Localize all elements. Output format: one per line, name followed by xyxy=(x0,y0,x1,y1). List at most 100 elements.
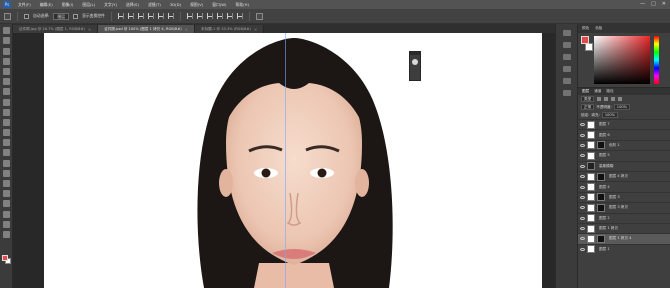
more-tools-icon[interactable] xyxy=(2,230,10,238)
dodge-tool-icon[interactable] xyxy=(2,159,10,167)
document-canvas[interactable] xyxy=(44,33,542,288)
visibility-eye-icon[interactable] xyxy=(580,154,585,158)
menu-filter[interactable]: 滤镜(T) xyxy=(148,2,161,8)
visibility-eye-icon[interactable] xyxy=(580,123,585,127)
layer-row[interactable]: 图层 1 拷贝 4 xyxy=(578,233,670,244)
distribute-bottom-icon[interactable] xyxy=(206,13,213,19)
maximize-button[interactable]: □ xyxy=(651,1,656,7)
histogram-icon[interactable] xyxy=(412,59,418,65)
layer-mask-thumbnail[interactable] xyxy=(597,172,605,181)
canvas-area[interactable] xyxy=(13,33,555,288)
visibility-eye-icon[interactable] xyxy=(580,237,585,241)
layer-row[interactable]: 图层 1 拷贝 xyxy=(578,222,670,234)
filter-adjustment-icon[interactable] xyxy=(604,97,609,101)
shape-tool-icon[interactable] xyxy=(2,200,10,208)
hue-slider[interactable] xyxy=(654,36,659,84)
layer-row[interactable]: 高斯模糊 xyxy=(578,160,670,171)
character-icon[interactable] xyxy=(562,78,571,84)
foreground-color-chip[interactable] xyxy=(581,36,589,44)
layer-row[interactable]: 图层 3 xyxy=(578,191,670,203)
visibility-eye-icon[interactable] xyxy=(580,133,585,137)
visibility-eye-icon[interactable] xyxy=(580,227,585,231)
clone-stamp-tool-icon[interactable] xyxy=(2,108,10,116)
visibility-eye-icon[interactable] xyxy=(580,206,585,210)
layer-mask-thumbnail[interactable] xyxy=(597,141,605,150)
layer-row[interactable]: 色阶 1 xyxy=(578,139,670,151)
paragraph-icon[interactable] xyxy=(562,66,571,72)
layer-mask-thumbnail[interactable] xyxy=(597,193,605,202)
filter-pixel-icon[interactable] xyxy=(597,97,602,101)
distribute-center-icon[interactable] xyxy=(226,13,233,19)
properties-icon[interactable] xyxy=(562,42,571,48)
blend-mode-dropdown[interactable]: 正常 xyxy=(581,104,595,110)
layer-name[interactable]: 图层 4 xyxy=(599,185,610,190)
show-transform-checkbox[interactable] xyxy=(73,13,79,19)
lasso-tool-icon[interactable] xyxy=(2,47,10,55)
menu-file[interactable]: 文件(F) xyxy=(18,2,31,8)
move-tool-icon[interactable] xyxy=(2,27,10,35)
layer-name[interactable]: 图层 7 xyxy=(599,122,610,127)
3d-mode-icon[interactable] xyxy=(255,12,263,20)
crop-tool-icon[interactable] xyxy=(2,67,10,75)
menu-3d[interactable]: 3D(D) xyxy=(170,2,181,7)
brush-presets-icon[interactable] xyxy=(562,90,571,96)
visibility-eye-icon[interactable] xyxy=(580,195,585,199)
quick-select-tool-icon[interactable] xyxy=(2,57,10,65)
layer-name[interactable]: 图层 4 拷贝 xyxy=(609,174,628,179)
distribute-middle-icon[interactable] xyxy=(196,13,203,19)
tab-channels[interactable]: 通道 xyxy=(594,89,601,94)
tab-swatches[interactable]: 色板 xyxy=(595,26,602,31)
distribute-right-icon[interactable] xyxy=(236,13,243,19)
gradient-tool-icon[interactable] xyxy=(2,139,10,147)
layer-mask-thumbnail[interactable] xyxy=(597,234,605,243)
layer-row[interactable]: 图层 7 xyxy=(578,119,670,130)
panel-grip[interactable] xyxy=(410,52,420,55)
pen-tool-icon[interactable] xyxy=(2,169,10,177)
background-color-chip[interactable] xyxy=(585,43,593,51)
menu-help[interactable]: 帮助(H) xyxy=(236,2,249,8)
layer-row[interactable]: 图层 4 拷贝 xyxy=(578,170,670,182)
layer-name[interactable]: 图层 3 xyxy=(609,195,620,200)
layer-name[interactable]: 图层 6 xyxy=(599,133,610,138)
tab-color[interactable]: 颜色 xyxy=(582,26,589,31)
path-select-tool-icon[interactable] xyxy=(2,190,10,198)
layer-name[interactable]: 图层 1 xyxy=(599,247,610,252)
distribute-left-icon[interactable] xyxy=(216,13,223,19)
history-icon[interactable] xyxy=(562,30,571,36)
menu-select[interactable]: 选择(S) xyxy=(126,2,139,8)
layer-mask-thumbnail[interactable] xyxy=(597,203,605,212)
color-field[interactable] xyxy=(594,36,650,84)
filter-shape-icon[interactable] xyxy=(618,97,623,101)
type-tool-icon[interactable] xyxy=(2,180,10,187)
zoom-tool-icon[interactable] xyxy=(2,220,10,228)
visibility-eye-icon[interactable] xyxy=(580,216,585,220)
filter-type-icon[interactable] xyxy=(611,97,616,101)
menu-view[interactable]: 视图(V) xyxy=(190,2,203,8)
menu-layer[interactable]: 图层(L) xyxy=(82,2,95,8)
layer-name[interactable]: 图层 3 拷贝 xyxy=(609,205,628,210)
close-icon[interactable]: × xyxy=(185,27,188,32)
brush-tool-icon[interactable] xyxy=(2,98,10,106)
visibility-eye-icon[interactable] xyxy=(580,164,585,168)
blur-tool-icon[interactable] xyxy=(2,149,10,157)
visibility-eye-icon[interactable] xyxy=(580,143,585,147)
hand-tool-icon[interactable] xyxy=(2,210,10,218)
move-tool-preset-icon[interactable] xyxy=(4,12,11,20)
menu-window[interactable]: 窗口(W) xyxy=(212,2,226,8)
align-left-icon[interactable] xyxy=(147,13,154,19)
layer-row[interactable]: 图层 4 xyxy=(578,181,670,192)
auto-select-dropdown[interactable]: 图层 xyxy=(53,12,70,20)
layer-row[interactable]: 图层 3 拷贝 xyxy=(578,202,670,213)
layer-row[interactable]: 图层 1 xyxy=(578,243,670,255)
marquee-tool-icon[interactable] xyxy=(2,37,10,45)
foreground-color-swatch[interactable] xyxy=(2,255,8,261)
visibility-eye-icon[interactable] xyxy=(580,175,585,179)
layer-row[interactable]: 图层 6 xyxy=(578,129,670,140)
healing-brush-tool-icon[interactable] xyxy=(2,88,10,96)
menu-type[interactable]: 文字(Y) xyxy=(104,2,117,8)
layer-row[interactable]: 图层 5 xyxy=(578,150,670,161)
layer-name[interactable]: 图层 2 xyxy=(599,216,610,221)
eyedropper-tool-icon[interactable] xyxy=(2,78,10,86)
eraser-tool-icon[interactable] xyxy=(2,129,10,137)
align-right-icon[interactable] xyxy=(167,13,174,19)
